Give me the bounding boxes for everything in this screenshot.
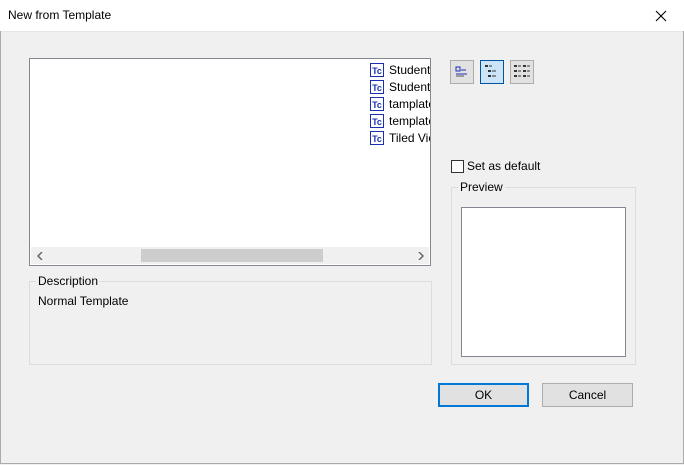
window-title: New from Template	[8, 8, 112, 22]
ok-button[interactable]: OK	[438, 383, 529, 407]
template-item-label: Student_	[389, 63, 430, 77]
svg-text:Tc: Tc	[372, 100, 382, 110]
template-item[interactable]: Tc Student_	[368, 62, 430, 79]
svg-text:Tc: Tc	[372, 66, 382, 76]
details-view-icon	[514, 65, 530, 77]
scroll-right-button[interactable]	[412, 247, 429, 264]
chevron-right-icon	[418, 251, 424, 260]
template-item-label: Student_	[389, 80, 430, 94]
template-file-icon: Tc	[370, 131, 384, 145]
template-item[interactable]: Tc Tiled Vie	[368, 130, 430, 147]
template-item-label: Tiled Vie	[389, 131, 430, 145]
close-button[interactable]	[638, 0, 684, 31]
svg-text:Tc: Tc	[372, 83, 382, 93]
set-as-default-label: Set as default	[467, 159, 541, 173]
svg-text:Tc: Tc	[372, 117, 382, 127]
title-bar: New from Template	[0, 0, 684, 32]
template-item[interactable]: Tc template	[368, 113, 430, 130]
template-item-label: tamplate	[389, 97, 430, 111]
tree-view-icon	[485, 65, 496, 77]
set-as-default-checkbox[interactable]	[451, 160, 464, 173]
view-details-button[interactable]	[510, 60, 534, 84]
template-file-icon: Tc	[370, 63, 384, 77]
template-item[interactable]: Tc Student_	[368, 79, 430, 96]
view-list-button[interactable]	[450, 60, 474, 84]
preview-pane	[461, 207, 626, 357]
template-column-3: Tc Student_ Tc Student_ Tc tamplate Tc template…	[368, 62, 430, 147]
scroll-thumb[interactable]	[141, 249, 323, 262]
horizontal-scrollbar[interactable]	[31, 247, 429, 264]
template-item-label: template	[389, 114, 430, 128]
template-file-icon: Tc	[370, 114, 384, 128]
template-list[interactable]: TcANSI_DTcANSI_ETcArchitectural Template…	[29, 58, 431, 266]
scroll-left-button[interactable]	[31, 247, 48, 264]
description-text: Normal Template	[38, 294, 129, 308]
view-tree-button[interactable]	[480, 60, 504, 84]
description-label: Description	[36, 274, 101, 289]
template-item[interactable]: Tc tamplate	[368, 96, 430, 113]
list-view-icon	[455, 66, 467, 77]
svg-text:Tc: Tc	[372, 134, 382, 144]
chevron-left-icon	[36, 251, 42, 260]
preview-label: Preview	[458, 180, 505, 195]
template-file-icon: Tc	[370, 80, 384, 94]
close-icon	[655, 10, 667, 21]
template-file-icon: Tc	[370, 97, 384, 111]
cancel-button[interactable]: Cancel	[542, 383, 633, 407]
